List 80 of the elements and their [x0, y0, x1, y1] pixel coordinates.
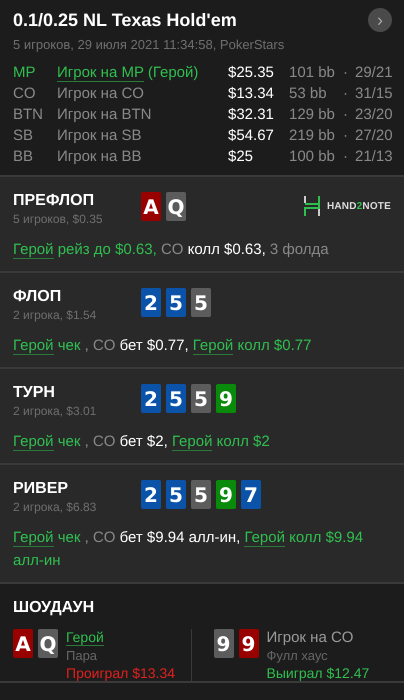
player-name: Игрок на SB — [57, 127, 142, 144]
action-line: Герой чек , CO бет $2, Герой колл $2 — [13, 432, 271, 453]
showdown-title: ШОУДАУН — [13, 599, 96, 617]
playing-card: 5 — [191, 384, 211, 413]
street-info: 2 игрока, $1.54 — [13, 308, 98, 322]
logo-text: HAND2NOTE — [326, 200, 391, 212]
street-info: 2 игрока, $6.83 — [13, 500, 98, 514]
stack-amount: $54.67 — [228, 127, 275, 144]
hero-link[interactable]: Герой — [244, 529, 285, 547]
separator-dot: · — [343, 127, 349, 144]
player-stats: 27/20 — [355, 127, 393, 144]
street-title: ПРЕФЛОП — [13, 192, 96, 210]
street-info: 2 игрока, $3.01 — [13, 404, 98, 418]
result-amount: Проиграл $13.34 — [66, 665, 176, 681]
playing-card: A — [141, 192, 161, 221]
playing-card: 5 — [191, 480, 211, 509]
hero-link[interactable]: Герой — [13, 529, 54, 547]
position-label: MP — [13, 64, 36, 81]
playing-card: Q — [166, 192, 186, 221]
action-line: Герой рейз до $0.63, CO колл $0.63, 3 фолда — [13, 240, 330, 261]
hand-title: 0.1/0.25 NL Texas Hold'em — [13, 10, 237, 30]
playing-card: 9 — [214, 629, 234, 658]
position-label: CO — [13, 85, 36, 102]
street-title: ФЛОП — [13, 288, 62, 306]
result-amount: Выиграл $12.47 — [266, 665, 370, 681]
playing-card: 5 — [191, 288, 211, 317]
position-label: BB — [13, 148, 34, 165]
stack-amount: $13.34 — [228, 85, 275, 102]
hero-link[interactable]: Герой — [192, 337, 234, 355]
hand-rank: Фулл хаус — [266, 648, 328, 663]
logo-icon — [302, 196, 321, 216]
player-stats: 23/20 — [355, 106, 393, 123]
separator-dot: · — [343, 64, 349, 81]
playing-card: 9 — [216, 384, 236, 413]
player-name: Игрок на CO — [57, 85, 145, 102]
player-name: Игрок на MP (Герой) — [57, 64, 200, 81]
hero-link[interactable]: Герой — [172, 433, 212, 451]
hand-info: 5 игроков, 29 июля 2021 11:34:58, PokerStars — [13, 37, 286, 52]
playing-card: 9 — [216, 480, 236, 509]
playing-card: 2 — [141, 384, 161, 413]
stack-bb: 129 bb — [289, 106, 336, 123]
stack-bb: 53 bb — [289, 85, 328, 102]
next-button[interactable]: › — [368, 8, 392, 32]
stack-bb: 101 bb — [289, 64, 336, 81]
position-label: BTN — [13, 106, 44, 123]
player-name: Игрок на BTN — [57, 106, 152, 123]
playing-card: A — [13, 629, 33, 658]
playing-card: 7 — [241, 480, 261, 509]
hand-rank: Пара — [66, 648, 98, 663]
stack-bb: 219 bb — [289, 127, 336, 144]
separator-dot: · — [343, 85, 349, 102]
street-info: 5 игроков, $0.35 — [13, 212, 104, 226]
separator-dot: · — [343, 106, 349, 123]
playing-card: 5 — [166, 384, 186, 413]
street-title: ТУРН — [13, 384, 56, 402]
playing-card: 5 — [166, 480, 186, 509]
street-title: РИВЕР — [13, 480, 70, 498]
playing-card: 9 — [238, 629, 258, 658]
player-stats: 31/15 — [355, 85, 393, 102]
playing-card: 2 — [141, 480, 161, 509]
stack-amount: $32.31 — [228, 106, 275, 123]
action-line: Герой чек , CO бет $0.77, Герой колл $0.77 — [13, 336, 312, 357]
action-line: Герой чек , CO бет $9.94 алл-ин, Герой колл $9.94 алл-ин — [13, 528, 364, 571]
player-name: Игрок на BB — [57, 148, 142, 165]
player-stats: 21/13 — [355, 148, 393, 165]
stack-bb: 100 bb — [289, 148, 336, 165]
hero-link[interactable]: Герой — [13, 433, 54, 451]
playing-card: 2 — [141, 288, 161, 317]
player-stats: 29/21 — [355, 64, 393, 81]
separator-dot: · — [343, 148, 349, 165]
playing-card: Q — [38, 629, 58, 658]
hero-link[interactable]: Герой — [13, 337, 54, 355]
hero-link[interactable]: Герой — [13, 241, 54, 259]
player-link[interactable]: Игрок на MP — [57, 64, 144, 82]
hero-link[interactable]: Герой — [66, 629, 104, 646]
stack-amount: $25.35 — [228, 64, 275, 81]
position-label: SB — [13, 127, 34, 144]
player-name: Игрок на CO — [266, 629, 354, 646]
playing-card: 5 — [166, 288, 186, 317]
stack-amount: $25 — [228, 148, 254, 165]
